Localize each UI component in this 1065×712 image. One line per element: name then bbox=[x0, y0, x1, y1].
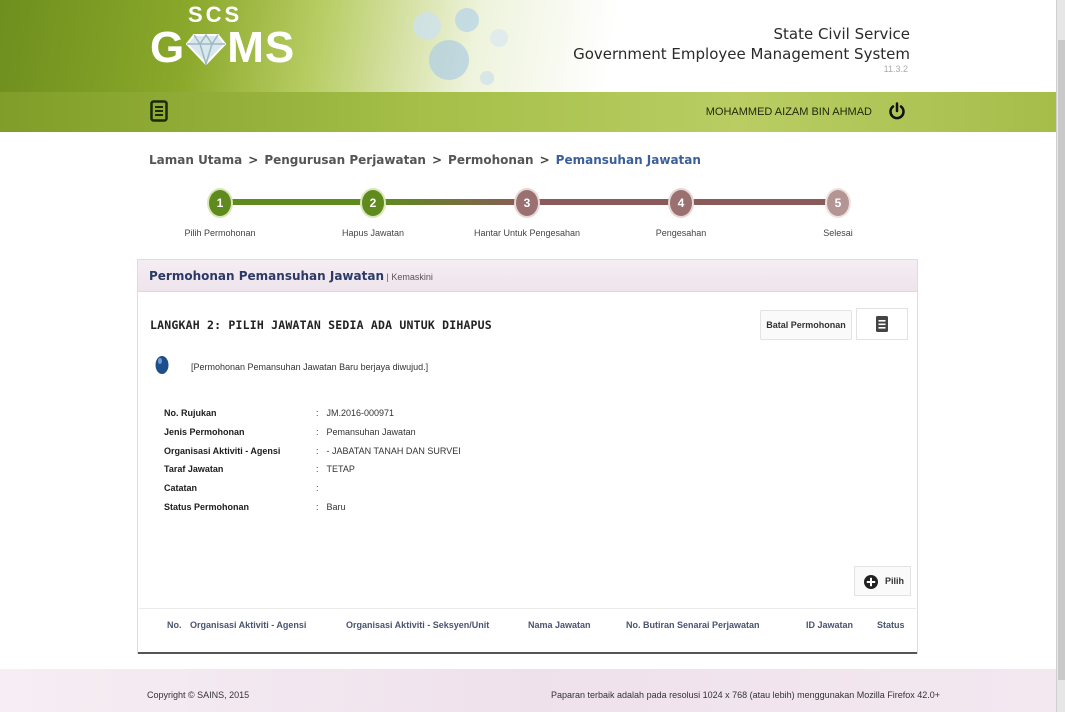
panel-header: Permohonan Pemansuhan Jawatan | Kemaskin… bbox=[138, 260, 917, 292]
resolution-notice: Paparan terbaik adalah pada resolusi 102… bbox=[551, 690, 940, 700]
step-3-label: Hantar Untuk Pengesahan bbox=[473, 228, 581, 238]
step-connector bbox=[382, 199, 528, 205]
app-header: SCS G MS State Civil Service Government E… bbox=[0, 0, 1056, 92]
breadcrumb-current: Pemansuhan Jawatan bbox=[555, 153, 701, 167]
detail-colon: : bbox=[316, 501, 319, 512]
column-header-butiran[interactable]: No. Butiran Senarai Perjawatan bbox=[626, 620, 760, 630]
select-button[interactable]: Pilih bbox=[854, 566, 911, 596]
breadcrumb-item-permohonan[interactable]: Permohonan bbox=[448, 153, 534, 167]
cancel-application-button[interactable]: Batal Permohonan bbox=[760, 310, 852, 340]
plus-circle-icon bbox=[864, 575, 878, 589]
detail-value: Pemansuhan Jawatan bbox=[326, 426, 416, 437]
table-divider bbox=[139, 608, 916, 609]
diamond-icon bbox=[185, 27, 227, 67]
logo: G MS bbox=[150, 24, 295, 72]
logo-letter-g: G bbox=[150, 23, 186, 72]
detail-value: TETAP bbox=[326, 464, 355, 475]
step-2-label: Hapus Jawatan bbox=[341, 228, 405, 238]
detail-colon: : bbox=[316, 408, 319, 418]
panel-bottom-border bbox=[138, 650, 917, 654]
column-header-agensi[interactable]: Organisasi Aktiviti - Agensi bbox=[190, 620, 306, 630]
step-1-circle: 1 bbox=[209, 190, 231, 216]
step-4-label: Pengesahan bbox=[655, 228, 707, 238]
app-title-line1: State Civil Service bbox=[773, 25, 910, 43]
step-connector bbox=[220, 199, 372, 205]
document-icon bbox=[876, 316, 888, 332]
detail-label: Jenis Permohonan bbox=[164, 426, 245, 437]
detail-value: JM.2016-000971 bbox=[326, 408, 395, 418]
scrollbar-thumb[interactable] bbox=[1058, 40, 1065, 680]
step-connector bbox=[692, 199, 836, 205]
panel-title: Permohonan Pemansuhan Jawatan bbox=[149, 269, 384, 283]
step-3-circle: 3 bbox=[516, 190, 538, 216]
step-1-label: Pilih Permohonan bbox=[184, 228, 256, 238]
column-header-id-jawatan[interactable]: ID Jawatan bbox=[806, 620, 853, 630]
breadcrumb-separator: > bbox=[431, 153, 443, 167]
table-header-row: No. Organisasi Aktiviti - Agensi Organis… bbox=[138, 616, 917, 638]
column-header-nama-jawatan[interactable]: Nama Jawatan bbox=[528, 620, 591, 630]
panel-subtitle: Kemaskini bbox=[391, 272, 433, 282]
detail-value-wrap: : Pemansuhan Jawatan bbox=[316, 427, 416, 437]
water-drops-decoration bbox=[413, 8, 508, 85]
column-header-status[interactable]: Status bbox=[877, 620, 905, 630]
select-button-label: Pilih bbox=[885, 576, 905, 586]
application-panel: Permohonan Pemansuhan Jawatan | Kemaskin… bbox=[137, 259, 918, 654]
progress-stepper: 1 2 3 4 5 Pilih Permohonan Hapus Jawatan… bbox=[150, 186, 910, 246]
detail-colon: : bbox=[316, 445, 319, 456]
detail-value: - JABATAN TANAH DAN SURVEI bbox=[326, 445, 461, 456]
step-5-label: Selesai bbox=[823, 228, 853, 238]
app-title: State Civil Service Government Employee … bbox=[573, 24, 910, 64]
user-name[interactable]: MOHAMMED AIZAM BIN AHMAD bbox=[706, 106, 872, 118]
logo-letters-ms: MS bbox=[227, 23, 296, 72]
step-4-circle: 4 bbox=[670, 190, 692, 216]
document-button[interactable] bbox=[856, 308, 908, 340]
detail-value: Baru bbox=[326, 501, 346, 512]
document-menu-icon[interactable] bbox=[150, 100, 168, 122]
column-header-no[interactable]: No. bbox=[167, 620, 182, 630]
detail-label: No. Rujukan bbox=[164, 408, 217, 418]
detail-value-wrap: : - JABATAN TANAH DAN SURVEI bbox=[316, 446, 461, 456]
info-message: [Permohonan Pemansuhan Jawatan Baru berj… bbox=[191, 362, 429, 372]
app-footer: Copyright © SAINS, 2015 Paparan terbaik … bbox=[0, 669, 1056, 712]
app-window: SCS G MS State Civil Service Government E… bbox=[0, 0, 1065, 712]
detail-colon: : bbox=[316, 464, 319, 475]
vertical-scrollbar[interactable] bbox=[1056, 0, 1065, 712]
step-instruction-title: LANGKAH 2: PILIH JAWATAN SEDIA ADA UNTUK… bbox=[150, 318, 492, 332]
detail-value-wrap: : Baru bbox=[316, 502, 346, 512]
detail-label: Taraf Jawatan bbox=[164, 464, 224, 475]
breadcrumb: Laman Utama > Pengurusan Perjawatan > Permoh… bbox=[149, 153, 701, 167]
breadcrumb-separator: > bbox=[248, 153, 259, 167]
app-version: 11.3.2 bbox=[883, 64, 908, 74]
step-5-circle: 5 bbox=[827, 190, 849, 216]
breadcrumb-item-perjawatan[interactable]: Pengurusan Perjawatan bbox=[264, 153, 426, 167]
top-navbar: MOHAMMED AIZAM BIN AHMAD bbox=[0, 92, 1056, 132]
detail-value-wrap: : bbox=[316, 483, 327, 493]
power-icon[interactable] bbox=[888, 102, 906, 120]
app-title-line2: Government Employee Management System bbox=[573, 45, 910, 63]
step-2-circle: 2 bbox=[362, 190, 384, 216]
step-connector bbox=[536, 199, 682, 205]
detail-label: Organisasi Aktiviti - Agensi bbox=[164, 445, 281, 456]
detail-value-wrap: : JM.2016-000971 bbox=[316, 408, 394, 418]
detail-label: Catatan bbox=[164, 483, 198, 494]
detail-colon: : bbox=[316, 426, 319, 437]
detail-colon: : bbox=[316, 483, 319, 494]
detail-label: Status Permohonan bbox=[164, 501, 250, 512]
copyright-text: Copyright © SAINS, 2015 bbox=[147, 690, 250, 700]
info-icon bbox=[155, 356, 169, 374]
column-header-seksyen[interactable]: Organisasi Aktiviti - Seksyen/Unit bbox=[346, 620, 489, 630]
breadcrumb-item-home[interactable]: Laman Utama bbox=[149, 153, 242, 167]
breadcrumb-separator: > bbox=[539, 153, 550, 167]
detail-value-wrap: : TETAP bbox=[316, 464, 355, 474]
